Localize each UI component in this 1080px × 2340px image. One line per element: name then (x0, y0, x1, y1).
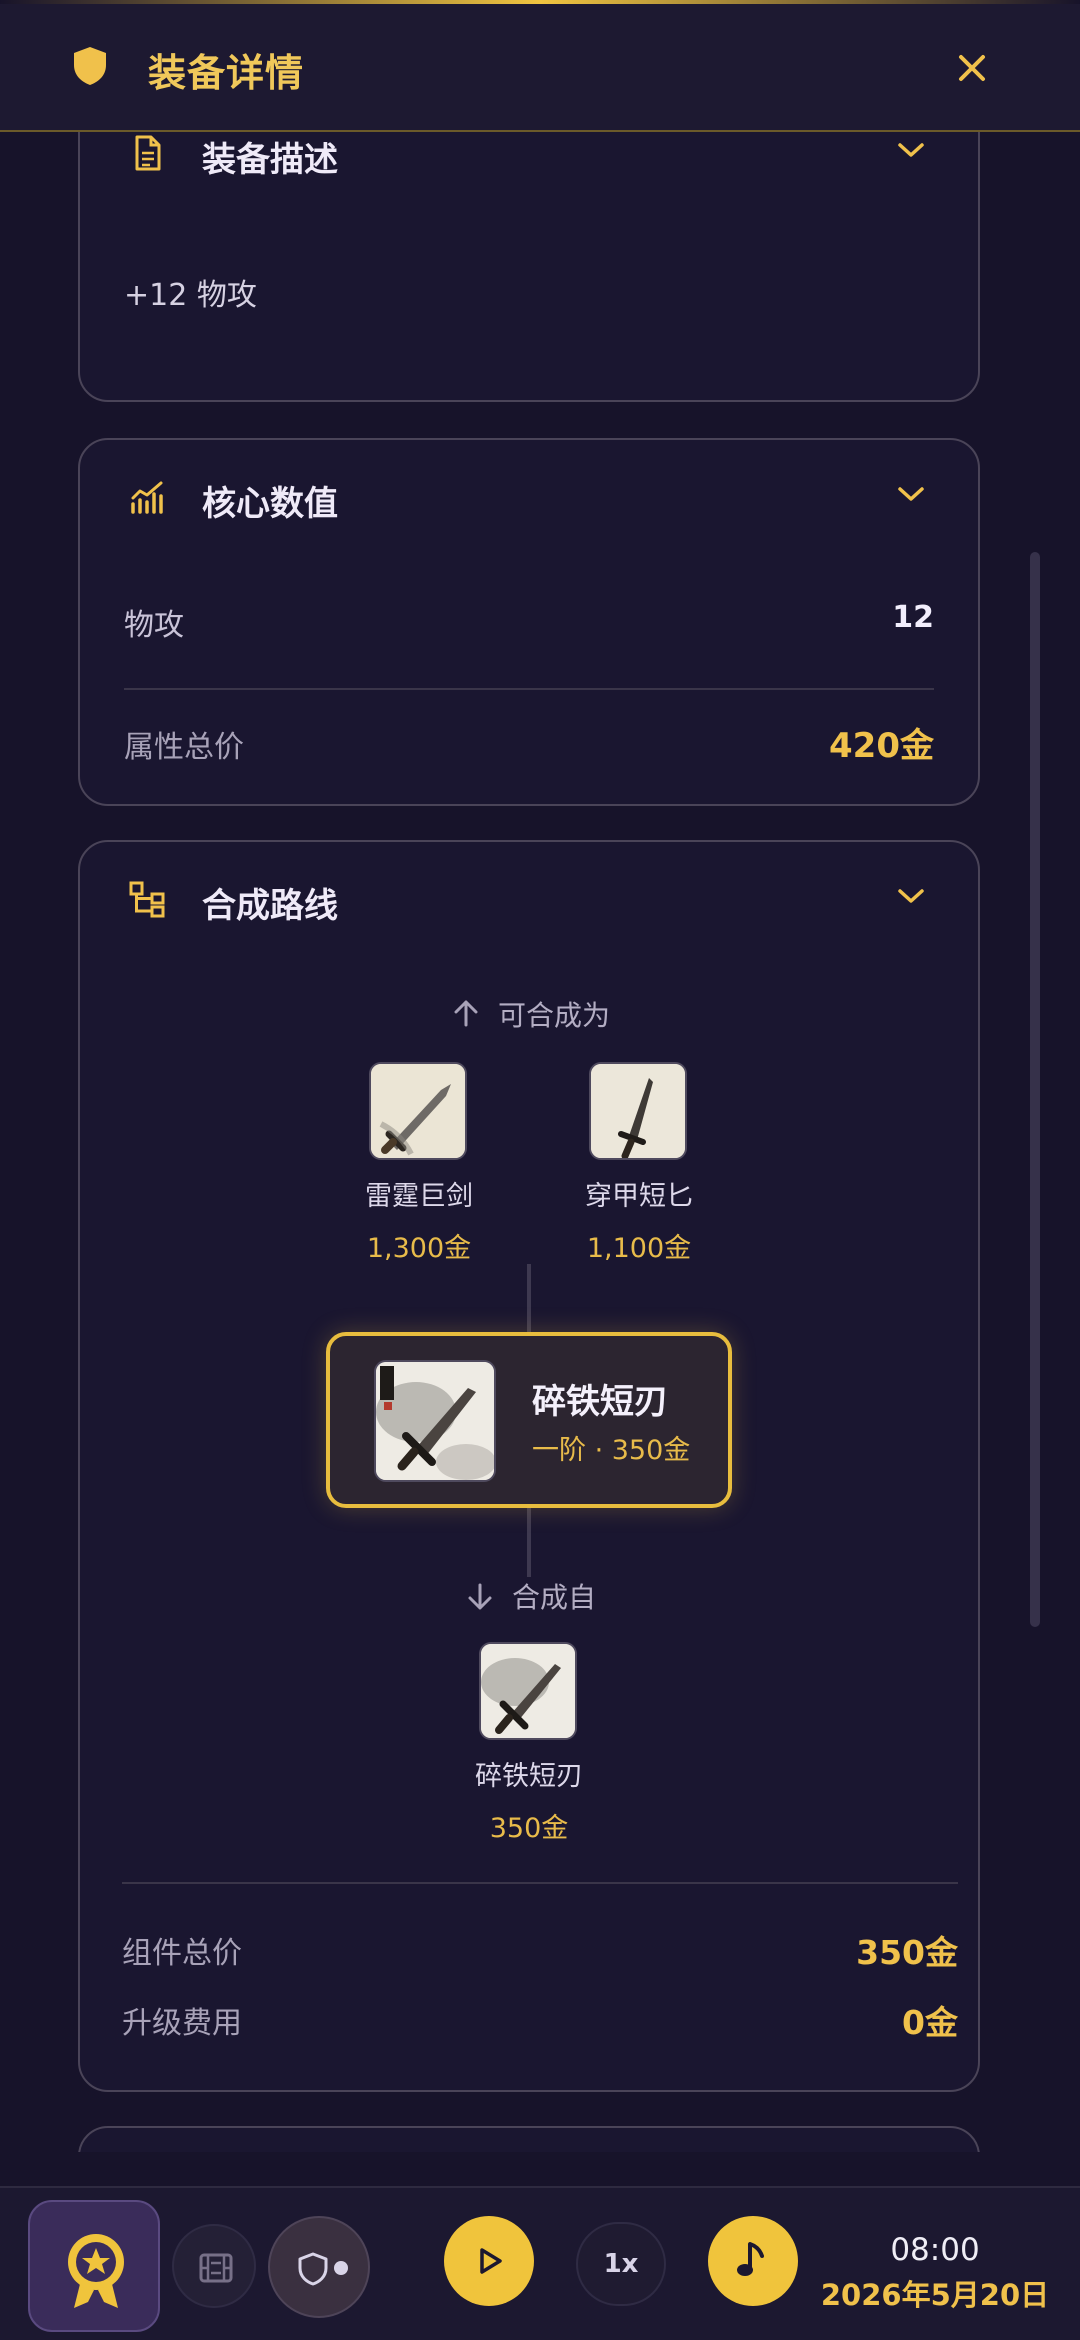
current-item-tier-price: 一阶 · 350金 (532, 1435, 691, 1466)
page-title: 装备详情 (148, 51, 305, 95)
summary-label: 升级费用 (122, 2006, 242, 2041)
broken-blade-image-icon (481, 1644, 575, 1738)
stat-label: 属性总价 (124, 730, 244, 765)
core-stats-header[interactable]: 核心数值 (80, 440, 978, 550)
chevron-down-icon[interactable] (896, 886, 926, 906)
broken-blade-image-icon (376, 1362, 494, 1480)
upgrade-item-thunder-greatsword[interactable]: 雷霆巨剑 1,300金 (365, 1062, 473, 1264)
next-card-partial (78, 2126, 980, 2152)
item-name: 穿甲短匕 (585, 1181, 693, 1212)
item-name: 雷霆巨剑 (365, 1181, 473, 1212)
speed-button[interactable]: 1x (576, 2222, 666, 2306)
chart-icon (131, 481, 163, 514)
route-tree-icon (129, 881, 165, 918)
scrollbar[interactable] (1030, 552, 1040, 1627)
medal-star-icon (68, 2234, 124, 2308)
synthesis-route-header[interactable]: 合成路线 (80, 842, 978, 952)
stat-row-physical-attack: 物攻 12 (124, 600, 934, 650)
item-price: 1,100金 (586, 1233, 692, 1264)
current-item-card[interactable]: 碎铁短刃 一阶 · 350金 (326, 1332, 732, 1508)
shield-outline-icon (298, 2252, 328, 2286)
description-card-header[interactable]: 装备描述 (80, 134, 978, 244)
bottom-bar: 1x 08:00 2026年5月20日 (0, 2186, 1080, 2340)
summary-value: 350金 (856, 1933, 958, 1972)
core-stats-card: 核心数值 物攻 12 属性总价 420金 (78, 438, 980, 806)
upgrade-item-piercing-dagger[interactable]: 穿甲短匕 1,100金 (585, 1062, 693, 1264)
item-price: 1,300金 (366, 1233, 472, 1264)
description-text: +12 物攻 (124, 278, 257, 313)
status-dot-icon (334, 2261, 348, 2275)
document-icon (135, 135, 161, 171)
summary-value: 0金 (902, 2003, 958, 2042)
components-caption-text: 合成自 (512, 1581, 597, 1614)
close-icon[interactable] (952, 48, 992, 88)
item-price: 350金 (489, 1813, 569, 1844)
item-name: 碎铁短刃 (475, 1761, 583, 1792)
description-card: 装备描述 +12 物攻 (78, 132, 980, 402)
current-item-thumbnail (374, 1360, 496, 1482)
clock-date: 2026年5月20日 (820, 2278, 1050, 2312)
current-item-name: 碎铁短刃 (532, 1382, 668, 1422)
stat-value: 420金 (829, 726, 934, 766)
route-connector-bottom (527, 1507, 531, 1577)
synthesis-route-title: 合成路线 (202, 886, 338, 926)
item-thumbnail (369, 1062, 467, 1160)
arrow-up-icon (454, 1000, 478, 1027)
core-stats-title: 核心数值 (202, 484, 338, 524)
arrow-down-icon (468, 1583, 492, 1610)
play-icon (480, 2248, 502, 2274)
component-item-broken-iron-blade[interactable]: 碎铁短刃 350金 (475, 1642, 583, 1844)
play-button[interactable] (444, 2216, 534, 2306)
stat-value: 12 (892, 600, 934, 635)
stat-row-total-value: 属性总价 420金 (124, 722, 934, 772)
shield-icon (74, 47, 106, 85)
header-bar: 装备详情 (0, 4, 1080, 132)
detail-scroll-area[interactable]: 装备描述 +12 物攻 核心数值 物攻 12 属性总价 420金 合成路线 可合… (0, 132, 1080, 2152)
rank-badge-button[interactable] (28, 2200, 160, 2332)
film-button[interactable] (172, 2224, 256, 2308)
stat-label: 物攻 (124, 608, 184, 643)
stat-divider (124, 688, 934, 690)
item-thumbnail (589, 1062, 687, 1160)
film-icon (199, 2253, 233, 2283)
item-thumbnail (479, 1642, 577, 1740)
summary-label: 组件总价 (122, 1936, 242, 1971)
summary-divider (122, 1882, 958, 1884)
dagger-image-icon (591, 1064, 685, 1158)
music-button[interactable] (708, 2216, 798, 2306)
shield-toggle-button[interactable] (268, 2216, 370, 2318)
greatsword-image-icon (371, 1064, 465, 1158)
upgrades-caption-text: 可合成为 (498, 999, 611, 1032)
chevron-down-icon[interactable] (896, 484, 926, 504)
chevron-down-icon[interactable] (896, 140, 926, 160)
music-note-icon (737, 2242, 764, 2276)
clock-time: 08:00 (890, 2232, 980, 2268)
description-title: 装备描述 (202, 140, 338, 180)
